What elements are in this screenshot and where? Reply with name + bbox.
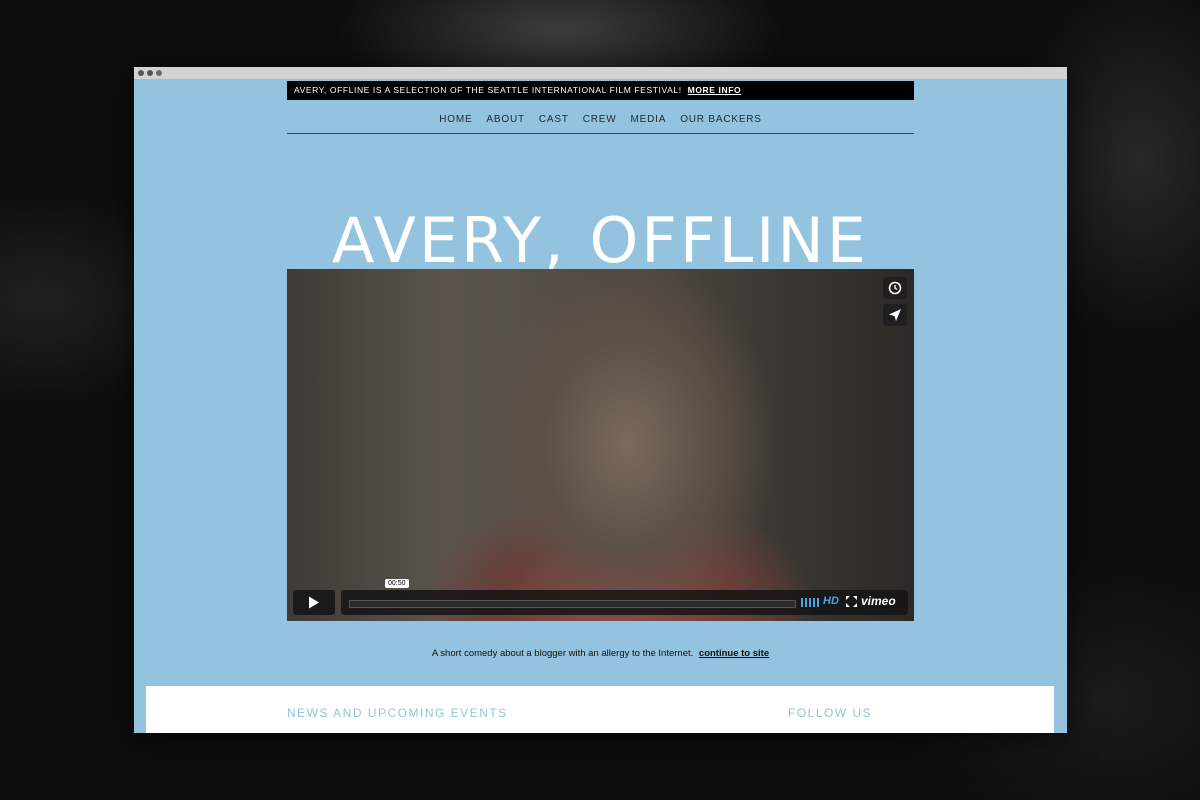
hd-toggle[interactable]: HD (823, 595, 839, 607)
follow-heading: FOLLOW US (788, 706, 873, 720)
page-title: AVERY, OFFLINE (332, 203, 869, 277)
nav-item-home[interactable]: HOME (439, 114, 472, 125)
main-nav: HOME ABOUT CAST CREW MEDIA OUR BACKERS (287, 105, 914, 134)
nav-item-media[interactable]: MEDIA (631, 114, 667, 125)
announcement-bar: AVERY, OFFLINE IS A SELECTION OF THE SEA… (287, 81, 914, 100)
more-info-link[interactable]: MORE INFO (688, 85, 742, 95)
share-button[interactable] (883, 304, 907, 326)
announcement-text: AVERY, OFFLINE IS A SELECTION OF THE SEA… (294, 85, 682, 95)
play-icon (309, 596, 319, 609)
control-bar: 00:50 HD vimeo (341, 579, 908, 615)
footer-panel: NEWS AND UPCOMING EVENTS FOLLOW US (146, 686, 1054, 733)
watch-later-button[interactable] (883, 277, 907, 299)
video-player[interactable]: 00:50 HD vimeo (287, 269, 914, 621)
play-button[interactable] (293, 590, 335, 615)
time-tooltip: 00:50 (385, 579, 409, 588)
volume-icon[interactable] (801, 598, 819, 607)
browser-window: AVERY, OFFLINE IS A SELECTION OF THE SEA… (134, 67, 1067, 733)
vimeo-logo[interactable]: vimeo (861, 594, 896, 608)
nav-item-about[interactable]: ABOUT (486, 114, 524, 125)
nav-item-cast[interactable]: CAST (539, 114, 569, 125)
continue-to-site-link[interactable]: continue to site (699, 648, 769, 659)
progress-track[interactable] (349, 600, 796, 608)
window-minimize-dot[interactable] (147, 70, 153, 76)
clock-icon (888, 281, 902, 295)
browser-chrome (134, 67, 1067, 79)
tagline-text: A short comedy about a blogger with an a… (431, 648, 694, 659)
news-heading: NEWS AND UPCOMING EVENTS (287, 706, 508, 720)
video-controls: 00:50 HD vimeo (293, 579, 908, 615)
window-close-dot[interactable] (138, 70, 144, 76)
nav-item-our-backers[interactable]: OUR BACKERS (680, 114, 762, 125)
window-zoom-dot[interactable] (156, 70, 162, 76)
nav-item-crew[interactable]: CREW (583, 114, 617, 125)
tagline: A short comedy about a blogger with an a… (134, 648, 1067, 659)
paper-plane-icon (889, 309, 901, 321)
fullscreen-icon[interactable] (846, 596, 857, 607)
